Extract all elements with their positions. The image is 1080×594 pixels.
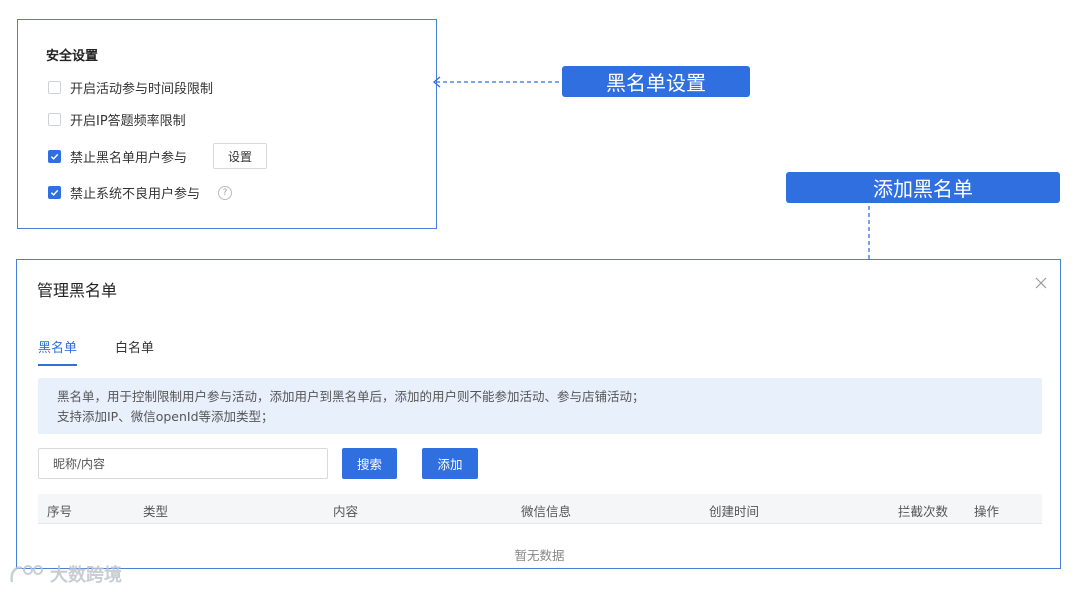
column-header-actions: 操作 bbox=[974, 504, 1000, 519]
option-label: 禁止系统不良用户参与 bbox=[70, 187, 201, 202]
blacklist-settings-button[interactable]: 设置 bbox=[213, 143, 268, 169]
close-icon[interactable] bbox=[1034, 276, 1048, 290]
option-label: 开启活动参与时间段限制 bbox=[70, 82, 214, 97]
option-ip-limit[interactable]: 开启IP答题频率限制 bbox=[48, 110, 186, 129]
checkbox-ip-limit[interactable] bbox=[48, 113, 61, 126]
tab-blacklist[interactable]: 黑名单 bbox=[38, 337, 78, 366]
question-circle-icon[interactable]: ? bbox=[218, 185, 233, 200]
checkbox-block-bad-users[interactable] bbox=[48, 186, 61, 199]
info-line: 支持添加IP、微信openId等添加类型； bbox=[57, 409, 274, 424]
option-block-blacklist[interactable]: 禁止黑名单用户参与 设置 bbox=[48, 143, 268, 169]
empty-state-text: 暂无数据 bbox=[514, 548, 565, 563]
option-time-limit[interactable]: 开启活动参与时间段限制 bbox=[48, 78, 213, 97]
column-header-index: 序号 bbox=[47, 504, 73, 519]
info-notice: 黑名单，用于控制限制用户参与活动，添加用户到黑名单后，添加的用户则不能参加活动、… bbox=[38, 378, 1042, 434]
dialog-title: 管理黑名单 bbox=[37, 281, 118, 300]
settings-title: 安全设置 bbox=[46, 49, 99, 64]
manage-blacklist-dialog: 管理黑名单 黑名单 白名单 黑名单，用于控制限制用户参与活动，添加用户到黑名单后… bbox=[16, 259, 1061, 569]
security-settings-panel: 安全设置 开启活动参与时间段限制 开启IP答题频率限制 禁止黑名单用户参与 设置… bbox=[17, 19, 437, 229]
option-label: 禁止黑名单用户参与 bbox=[70, 150, 188, 166]
add-button[interactable]: 添加 bbox=[422, 448, 478, 479]
search-input[interactable] bbox=[38, 448, 328, 479]
checkbox-time-limit[interactable] bbox=[48, 81, 61, 94]
column-header-wechat-info: 微信信息 bbox=[521, 504, 572, 519]
column-header-created-time: 创建时间 bbox=[709, 504, 760, 519]
info-line: 黑名单，用于控制限制用户参与活动，添加用户到黑名单后，添加的用户则不能参加活动、… bbox=[57, 389, 645, 404]
column-header-type: 类型 bbox=[143, 504, 169, 519]
callout-blacklist-settings: 黑名单设置 bbox=[562, 66, 750, 97]
option-block-bad-users[interactable]: 禁止系统不良用户参与 ? bbox=[48, 183, 233, 202]
watermark-text: 大数跨境 bbox=[50, 565, 122, 586]
search-button[interactable]: 搜索 bbox=[342, 448, 397, 479]
column-header-content: 内容 bbox=[333, 504, 359, 519]
option-label: 开启IP答题频率限制 bbox=[70, 114, 186, 129]
callout-add-blacklist: 添加黑名单 bbox=[786, 172, 1060, 203]
check-icon bbox=[50, 189, 59, 196]
checkbox-block-blacklist[interactable] bbox=[48, 149, 61, 163]
watermark: 大数跨境 bbox=[8, 561, 122, 587]
tab-whitelist[interactable]: 白名单 bbox=[115, 337, 154, 366]
arrow-to-settings bbox=[432, 76, 562, 88]
tab-bar: 黑名单 白名单 bbox=[38, 337, 192, 366]
check-icon bbox=[50, 153, 59, 160]
table-header: 序号 类型 内容 微信信息 创建时间 拦截次数 操作 bbox=[38, 494, 1042, 524]
watermark-logo-icon bbox=[10, 565, 43, 583]
column-header-block-count: 拦截次数 bbox=[898, 504, 949, 519]
